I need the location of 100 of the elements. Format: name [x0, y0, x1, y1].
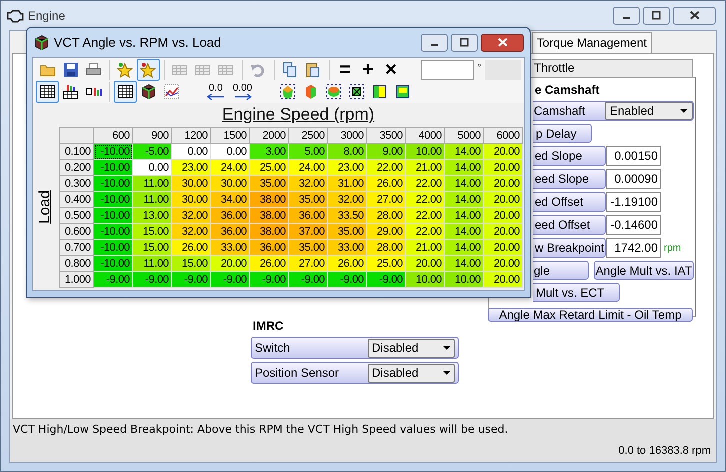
table-cell[interactable]: 38.00: [250, 192, 288, 208]
table-cell[interactable]: -9.00: [210, 272, 250, 288]
minimize-button[interactable]: [613, 6, 640, 24]
table-cell[interactable]: -10.00: [94, 144, 132, 160]
table-cell[interactable]: -9.00: [250, 272, 288, 288]
table-cell[interactable]: 0.00: [172, 144, 210, 160]
table-cell[interactable]: 10.00: [444, 272, 484, 288]
table-cell[interactable]: 27.00: [366, 192, 406, 208]
table-cell[interactable]: 20.00: [484, 144, 522, 160]
table-cell[interactable]: 28.00: [366, 240, 406, 256]
table-cell[interactable]: 20.00: [484, 192, 522, 208]
toolbar-button[interactable]: +: [356, 58, 380, 80]
dropdown[interactable]: Enabled: [605, 102, 693, 120]
table-cell[interactable]: 26.00: [172, 240, 210, 256]
table-cell[interactable]: 32.00: [172, 224, 210, 240]
table-cell[interactable]: 20.00: [406, 256, 444, 272]
table-cell[interactable]: 3.00: [250, 144, 288, 160]
table-cell[interactable]: 31.00: [328, 176, 366, 192]
toolbar-button[interactable]: =: [334, 58, 357, 80]
value-field[interactable]: 1742.00: [606, 238, 661, 258]
table-cell[interactable]: -5.00: [132, 144, 172, 160]
decrease-decimals-button[interactable]: 0.0: [203, 81, 229, 103]
table-cell[interactable]: -9.00: [328, 272, 366, 288]
table-cell[interactable]: 10.00: [406, 144, 444, 160]
value-field[interactable]: -1.19100: [606, 192, 661, 212]
table-cell[interactable]: 14.00: [444, 208, 484, 224]
table-cell[interactable]: 0.00: [132, 160, 172, 176]
table-cell[interactable]: 23.00: [328, 160, 366, 176]
table-cell[interactable]: -10.00: [94, 240, 132, 256]
table-cell[interactable]: 15.00: [132, 240, 172, 256]
table-cell[interactable]: -9.00: [172, 272, 210, 288]
table-cell[interactable]: -9.00: [288, 272, 328, 288]
table-cell[interactable]: -10.00: [94, 224, 132, 240]
dropdown[interactable]: Disabled: [368, 364, 455, 382]
table-cell[interactable]: -10.00: [94, 192, 132, 208]
setting-button[interactable]: Angle Max Retard Limit - Oil Temp: [488, 308, 693, 322]
table-cell[interactable]: 9.00: [366, 144, 406, 160]
table-cell[interactable]: 25.00: [366, 256, 406, 272]
table-cell[interactable]: 26.00: [328, 256, 366, 272]
table-cell[interactable]: 32.00: [172, 208, 210, 224]
minimize-button[interactable]: [421, 34, 448, 52]
table-cell[interactable]: -9.00: [366, 272, 406, 288]
table-cell[interactable]: 35.00: [328, 224, 366, 240]
table-cell[interactable]: 14.00: [444, 176, 484, 192]
table-cell[interactable]: 36.00: [210, 208, 250, 224]
table-cell[interactable]: 8.00: [328, 144, 366, 160]
increase-decimals-button[interactable]: 0.00: [229, 81, 256, 103]
table-cell[interactable]: 35.00: [288, 240, 328, 256]
table-cell[interactable]: 14.00: [444, 256, 484, 272]
table-cell[interactable]: 20.00: [484, 160, 522, 176]
table-cell[interactable]: -10.00: [94, 176, 132, 192]
setting-button[interactable]: Angle Mult vs. IAT: [594, 261, 694, 280]
table-cell[interactable]: 34.00: [210, 192, 250, 208]
table-cell[interactable]: 20.00: [484, 256, 522, 272]
table-cell[interactable]: 22.00: [406, 208, 444, 224]
toolbar-button[interactable]: ×: [380, 58, 403, 80]
table-cell[interactable]: 23.00: [172, 160, 210, 176]
table-cell[interactable]: 14.00: [444, 144, 484, 160]
table-cell[interactable]: 21.00: [406, 240, 444, 256]
table-cell[interactable]: 0.00: [210, 144, 250, 160]
table-cell[interactable]: 38.00: [250, 208, 288, 224]
table-cell[interactable]: 32.00: [288, 176, 328, 192]
table-cell[interactable]: 30.00: [210, 176, 250, 192]
table-cell[interactable]: 36.00: [288, 208, 328, 224]
table-cell[interactable]: 20.00: [484, 176, 522, 192]
table-cell[interactable]: 21.00: [406, 160, 444, 176]
maximize-button[interactable]: [643, 6, 670, 24]
table-cell[interactable]: 13.00: [132, 208, 172, 224]
table-cell[interactable]: 11.00: [132, 176, 172, 192]
table-cell[interactable]: 20.00: [484, 224, 522, 240]
table-cell[interactable]: 14.00: [444, 224, 484, 240]
table-cell[interactable]: 24.00: [210, 160, 250, 176]
table-cell[interactable]: 20.00: [484, 272, 522, 288]
setting-button[interactable]: Mult vs. ECT: [533, 283, 620, 302]
table-cell[interactable]: 20.00: [210, 256, 250, 272]
table-cell[interactable]: 14.00: [444, 240, 484, 256]
value-field[interactable]: 0.00090: [606, 169, 661, 189]
value-input[interactable]: [420, 60, 474, 80]
table-cell[interactable]: 27.00: [288, 256, 328, 272]
tab[interactable]: Torque Management: [532, 32, 652, 53]
table-cell[interactable]: 26.00: [366, 176, 406, 192]
table-cell[interactable]: 22.00: [406, 192, 444, 208]
table-cell[interactable]: 33.00: [210, 240, 250, 256]
table-cell[interactable]: 15.00: [132, 224, 172, 240]
table-cell[interactable]: 35.00: [250, 176, 288, 192]
table-cell[interactable]: 32.00: [328, 192, 366, 208]
table-cell[interactable]: 30.00: [172, 176, 210, 192]
dropdown[interactable]: Disabled: [368, 338, 455, 358]
table-cell[interactable]: 36.00: [210, 224, 250, 240]
table-cell[interactable]: 10.00: [406, 272, 444, 288]
table-cell[interactable]: 15.00: [172, 256, 210, 272]
table-cell[interactable]: 22.00: [406, 176, 444, 192]
table-cell[interactable]: 25.00: [250, 160, 288, 176]
table-cell[interactable]: 33.50: [328, 208, 366, 224]
value-field[interactable]: -0.14600: [606, 215, 661, 235]
table-cell[interactable]: 28.00: [366, 208, 406, 224]
table-cell[interactable]: -10.00: [94, 160, 132, 176]
table-cell[interactable]: 14.00: [444, 160, 484, 176]
setting-button[interactable]: gle: [533, 261, 589, 280]
table-cell[interactable]: 38.00: [250, 224, 288, 240]
